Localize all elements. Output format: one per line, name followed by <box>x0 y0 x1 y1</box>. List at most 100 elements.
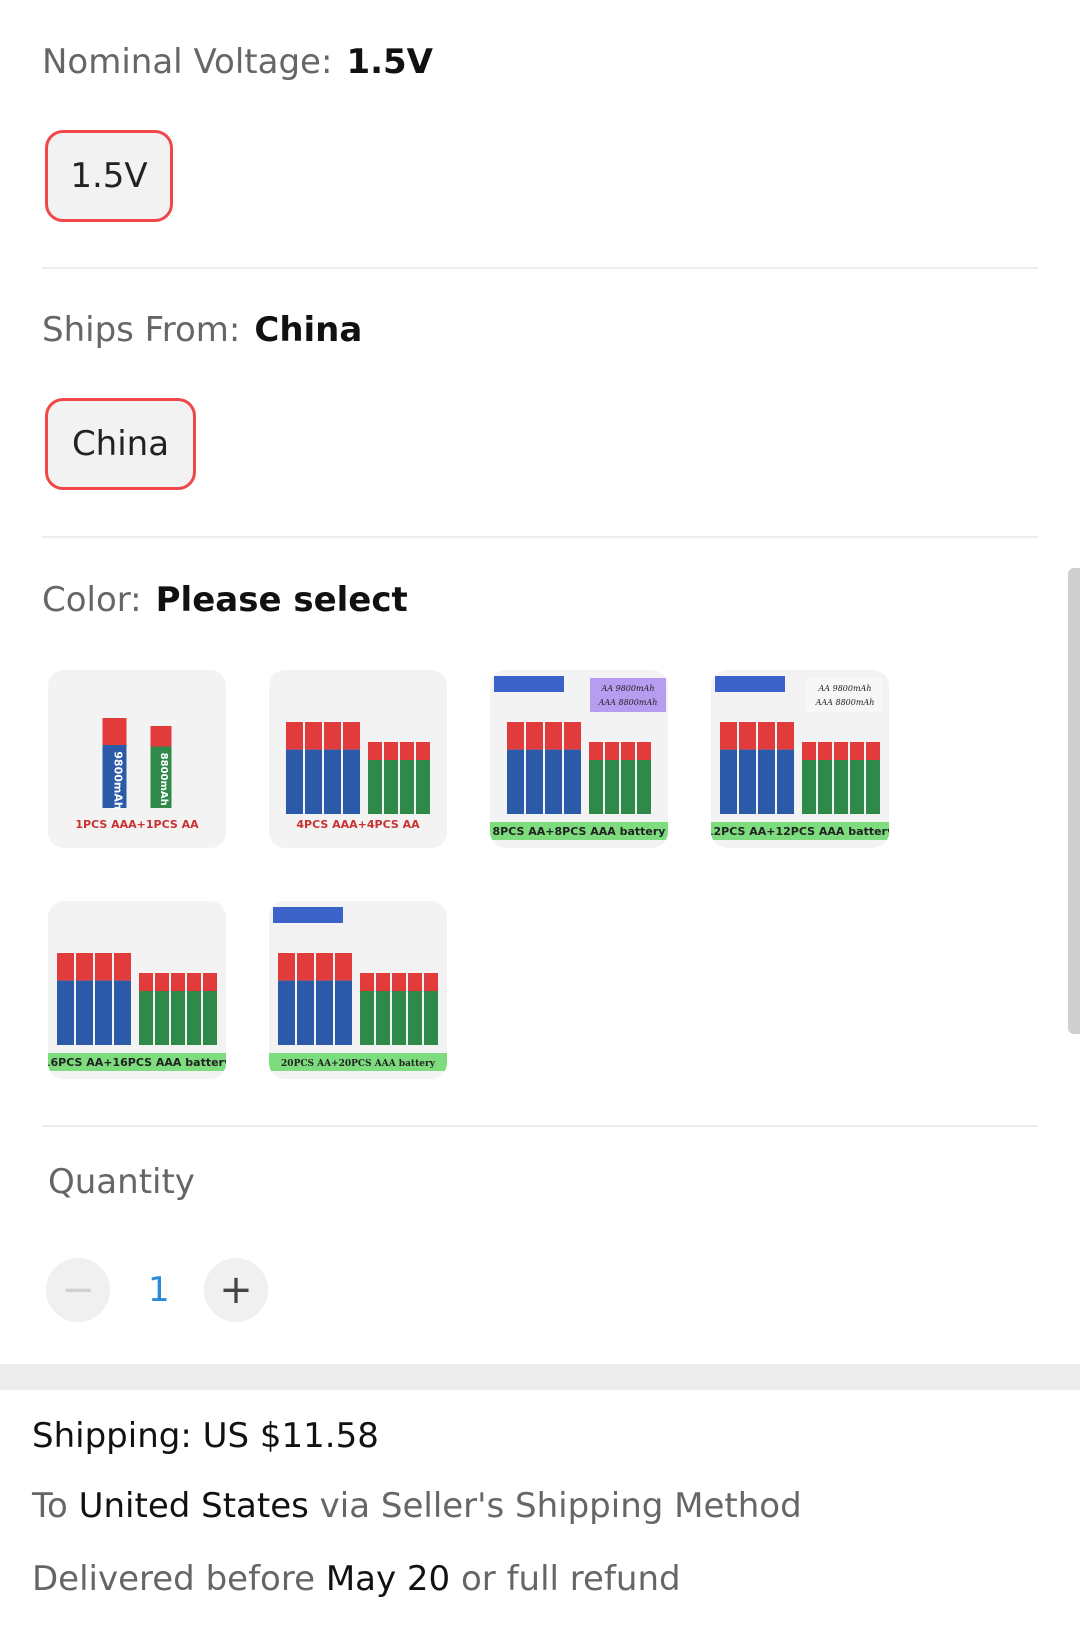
to-word: To <box>32 1486 68 1526</box>
quantity-label: Quantity <box>48 1162 195 1202</box>
aa-battery <box>777 722 794 814</box>
aa-battery <box>278 953 295 1045</box>
aaa-battery <box>139 973 153 1045</box>
color-option-1[interactable]: 9800mAh 8800mAh 1PCS AAA+1PCS AA <box>48 670 226 848</box>
color-option-6[interactable]: 20PCS AA+20PCS AAA battery <box>269 901 447 1079</box>
divider <box>42 1125 1038 1127</box>
option-caption: 1PCS AAA+1PCS AA <box>75 818 199 831</box>
aaa-battery <box>155 973 169 1045</box>
nominal-voltage-label: Nominal Voltage: <box>42 42 333 82</box>
plus-icon: + <box>219 1267 253 1313</box>
aa-battery <box>335 953 352 1045</box>
divider <box>42 267 1038 269</box>
color-row: Color: Please select <box>42 580 1038 620</box>
voltage-option-label: 1.5V <box>70 156 148 196</box>
aaa-battery <box>376 973 390 1045</box>
aaa-battery <box>171 973 185 1045</box>
aaa-battery <box>384 742 398 814</box>
aa-battery <box>305 722 322 814</box>
nominal-voltage-value: 1.5V <box>346 42 433 82</box>
shipping-price: US $11.58 <box>202 1416 379 1456</box>
minus-icon: − <box>61 1267 95 1313</box>
aa-battery <box>297 953 314 1045</box>
spec-badge-text: AA 9800mAh <box>601 684 655 693</box>
aa-battery <box>324 722 341 814</box>
quantity-value[interactable]: 1 <box>148 1270 170 1310</box>
color-option-5[interactable]: 16PCS AA+16PCS AAA battery <box>48 901 226 1079</box>
aaa-battery <box>392 973 406 1045</box>
option-caption: 16PCS AA+16PCS AAA battery <box>48 1056 226 1069</box>
quantity-row: Quantity <box>48 1162 1044 1202</box>
aaa-battery: 8800mAh <box>150 726 172 808</box>
aa-battery <box>545 722 562 814</box>
spec-badge-text: AA 9800mAh <box>818 684 872 693</box>
battery-pack-image: 16PCS AA+16PCS AAA battery <box>48 953 226 1071</box>
aa-battery <box>507 722 524 814</box>
battery-pack-image: AA 9800mAh AAA 8800mAh 8PCS AA+8PCS AAA ba… <box>490 676 668 840</box>
delivered-prefix: Delivered before <box>32 1559 315 1599</box>
battery-pack-image: 4PCS AAA+4PCS AA <box>286 722 430 831</box>
ships-from-option-label: China <box>71 424 170 464</box>
shipping-destination-line[interactable]: To United States via Seller's Shipping M… <box>32 1486 802 1526</box>
delivered-suffix: or full refund <box>461 1559 681 1599</box>
spec-badge-text: AAA 8800mAh <box>598 698 658 707</box>
battery-pack-image: 9800mAh 8800mAh 1PCS AAA+1PCS AA <box>75 718 199 831</box>
quantity-decrease-button[interactable]: − <box>46 1258 110 1322</box>
delivery-date: May 20 <box>325 1559 451 1599</box>
aaa-battery <box>203 973 217 1045</box>
option-caption: 8PCS AA+8PCS AAA battery <box>493 825 666 838</box>
aa-battery <box>526 722 543 814</box>
voltage-option-1-5v[interactable]: 1.5V <box>45 130 173 222</box>
brand-tag <box>494 676 564 692</box>
color-option-3[interactable]: AA 9800mAh AAA 8800mAh 8PCS AA+8PCS AAA ba… <box>490 670 668 848</box>
aaa-battery <box>368 742 382 814</box>
option-caption: 12PCS AA+12PCS AAA battery <box>711 825 889 838</box>
quantity-increase-button[interactable]: + <box>204 1258 268 1322</box>
aa-battery <box>316 953 333 1045</box>
color-option-2[interactable]: 4PCS AAA+4PCS AA <box>269 670 447 848</box>
battery-pack-image: 20PCS AA+20PCS AAA battery <box>269 907 447 1071</box>
spec-badge-text: AAA 8800mAh <box>815 698 875 707</box>
aaa-battery <box>621 742 635 814</box>
brand-tag <box>273 907 343 923</box>
shipping-prefix: Shipping: <box>32 1416 192 1456</box>
option-caption: 20PCS AA+20PCS AAA battery <box>281 1059 436 1069</box>
shipping-method: via Seller's Shipping Method <box>319 1486 802 1526</box>
aa-battery <box>758 722 775 814</box>
aaa-battery <box>408 973 422 1045</box>
aa-battery <box>95 953 112 1045</box>
color-option-4[interactable]: AA 9800mAh AAA 8800mAh 12PCS AA+12PCS AAA … <box>711 670 889 848</box>
aaa-battery <box>866 742 880 814</box>
aaa-battery <box>424 973 438 1045</box>
aaa-battery <box>818 742 832 814</box>
section-separator <box>0 1364 1080 1390</box>
aa-battery <box>739 722 756 814</box>
aaa-battery <box>605 742 619 814</box>
color-label: Color: <box>42 580 142 620</box>
nominal-voltage-row: Nominal Voltage: 1.5V <box>42 42 1038 82</box>
aa-battery <box>286 722 303 814</box>
aaa-battery <box>637 742 651 814</box>
aa-battery <box>114 953 131 1045</box>
svg-text:9800mAh: 9800mAh <box>112 751 125 809</box>
aa-battery <box>564 722 581 814</box>
ships-from-option-china[interactable]: China <box>45 398 196 490</box>
aaa-battery <box>834 742 848 814</box>
scrollbar[interactable] <box>1068 568 1080 1034</box>
aaa-battery <box>187 973 201 1045</box>
aaa-battery <box>850 742 864 814</box>
divider <box>42 536 1038 538</box>
aa-battery: 9800mAh <box>102 718 127 810</box>
option-caption: 4PCS AAA+4PCS AA <box>296 818 420 831</box>
aaa-battery <box>589 742 603 814</box>
ships-from-value: China <box>254 310 363 350</box>
shipping-destination: United States <box>78 1486 309 1526</box>
aa-battery <box>57 953 74 1045</box>
shipping-price-line: Shipping: US $11.58 <box>32 1416 379 1456</box>
aaa-battery <box>400 742 414 814</box>
color-value: Please select <box>155 580 408 620</box>
ships-from-label: Ships From: <box>42 310 241 350</box>
aa-battery <box>720 722 737 814</box>
svg-text:8800mAh: 8800mAh <box>158 753 169 806</box>
battery-pack-image: AA 9800mAh AAA 8800mAh 12PCS AA+12PCS AAA … <box>711 676 889 840</box>
